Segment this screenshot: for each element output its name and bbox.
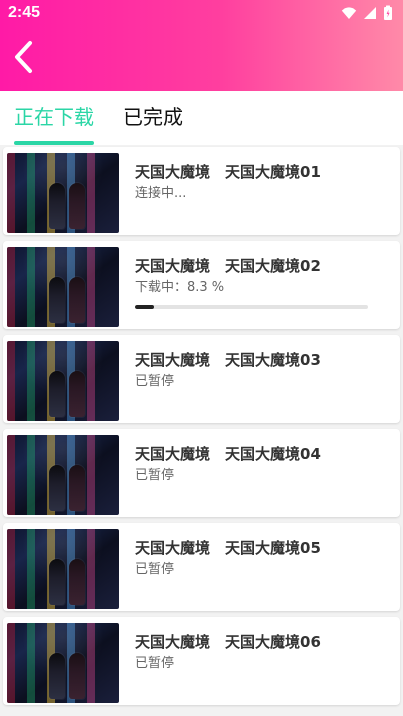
download-progress-fill bbox=[135, 305, 155, 309]
status-icons bbox=[341, 4, 393, 22]
video-thumbnail bbox=[7, 153, 119, 233]
video-thumbnail bbox=[7, 341, 119, 421]
download-status: 下载中：8.3 % bbox=[135, 280, 225, 295]
thumbnail-figure-right bbox=[69, 653, 85, 699]
download-status: 已暂停 bbox=[135, 468, 175, 483]
thumbnail-figure-right bbox=[69, 183, 85, 229]
download-item[interactable]: 天国大魔境 天国大魔境06 已暂停 bbox=[3, 617, 400, 705]
thumbnail-figure-left bbox=[49, 277, 65, 323]
download-title: 天国大魔境 天国大魔境03 bbox=[135, 351, 321, 369]
wifi-icon bbox=[341, 7, 357, 20]
back-button[interactable] bbox=[10, 40, 38, 74]
download-status: 已暂停 bbox=[135, 562, 175, 577]
thumbnail-figure-right bbox=[69, 371, 85, 417]
chevron-left-icon bbox=[15, 41, 32, 73]
thumbnail-figure-left bbox=[49, 465, 65, 511]
thumbnail-figure-left bbox=[49, 371, 65, 417]
download-title: 天国大魔境 天国大魔境02 bbox=[135, 257, 321, 275]
download-title: 天国大魔境 天国大魔境06 bbox=[135, 633, 321, 651]
active-tab-indicator bbox=[14, 141, 94, 145]
download-item[interactable]: 天国大魔境 天国大魔境03 已暂停 bbox=[3, 335, 400, 423]
thumbnail-figure-right bbox=[69, 559, 85, 605]
cellular-signal-icon bbox=[364, 7, 376, 19]
app-header: 2:45 bbox=[0, 0, 403, 91]
thumbnail-figure-left bbox=[49, 559, 65, 605]
download-item[interactable]: 天国大魔境 天国大魔境04 已暂停 bbox=[3, 429, 400, 517]
download-status: 已暂停 bbox=[135, 374, 175, 389]
thumbnail-figure-right bbox=[69, 465, 85, 511]
tab-downloading[interactable]: 正在下载 bbox=[14, 105, 94, 129]
video-thumbnail bbox=[7, 529, 119, 609]
video-thumbnail bbox=[7, 247, 119, 327]
thumbnail-figure-left bbox=[49, 653, 65, 699]
thumbnail-figure-right bbox=[69, 277, 85, 323]
status-time: 2:45 bbox=[8, 4, 41, 21]
download-title: 天国大魔境 天国大魔境01 bbox=[135, 163, 321, 181]
download-status: 已暂停 bbox=[135, 656, 175, 671]
download-item[interactable]: 天国大魔境 天国大魔境01 连接中... bbox=[3, 147, 400, 235]
video-thumbnail bbox=[7, 623, 119, 703]
download-tabs: 正在下载 已完成 bbox=[0, 91, 403, 145]
video-thumbnail bbox=[7, 435, 119, 515]
download-title: 天国大魔境 天国大魔境05 bbox=[135, 539, 321, 557]
download-item[interactable]: 天国大魔境 天国大魔境05 已暂停 bbox=[3, 523, 400, 611]
thumbnail-figure-left bbox=[49, 183, 65, 229]
battery-icon bbox=[384, 5, 392, 20]
status-bar: 2:45 bbox=[0, 0, 403, 28]
download-title: 天国大魔境 天国大魔境04 bbox=[135, 445, 321, 463]
download-progress-bar bbox=[135, 305, 368, 309]
download-status: 连接中... bbox=[135, 186, 187, 201]
download-item[interactable]: 天国大魔境 天国大魔境02 下载中：8.3 % bbox=[3, 241, 400, 329]
tab-completed[interactable]: 已完成 bbox=[123, 105, 183, 129]
